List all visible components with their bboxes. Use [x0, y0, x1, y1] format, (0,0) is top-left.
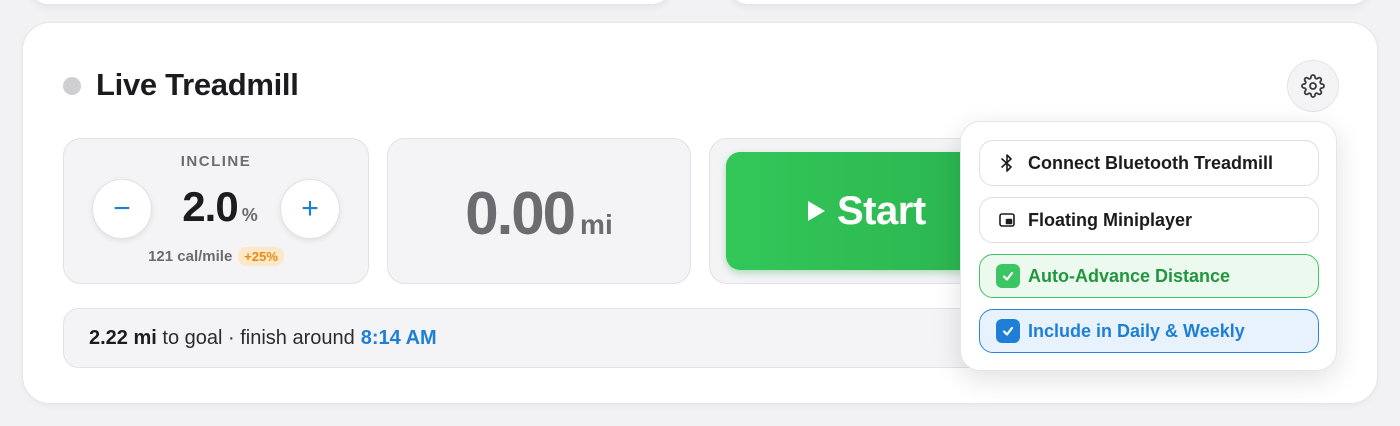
- settings-button[interactable]: [1287, 60, 1339, 112]
- distance-display: 0.00 mi: [388, 179, 690, 248]
- incline-number: 2.0: [182, 183, 238, 230]
- floating-miniplayer-button[interactable]: Floating Miniplayer: [979, 197, 1319, 243]
- checkbox-checked-icon: [996, 319, 1020, 343]
- menu-item-label: Floating Miniplayer: [1028, 209, 1193, 230]
- menu-item-label: Auto-Advance Distance: [1028, 265, 1231, 286]
- incline-label: INCLINE: [180, 153, 252, 170]
- previous-card-right: [730, 0, 1370, 4]
- settings-menu: Connect Bluetooth Treadmill Floating Min…: [960, 121, 1337, 371]
- calorie-boost-badge: +25%: [238, 247, 284, 266]
- menu-item-label: Include in Daily & Weekly: [1028, 320, 1245, 341]
- increase-incline-button[interactable]: +: [280, 179, 340, 239]
- menu-item-label: Connect Bluetooth Treadmill: [1028, 152, 1274, 173]
- distance-panel: 0.00 mi: [387, 138, 691, 284]
- calorie-info: 121 cal/mile +25%: [64, 247, 368, 266]
- goal-finish-time: 8:14 AM: [360, 326, 437, 349]
- distance-unit: mi: [580, 209, 613, 240]
- connect-bluetooth-treadmill-button[interactable]: Connect Bluetooth Treadmill: [979, 140, 1319, 186]
- plus-icon: +: [301, 192, 319, 225]
- distance-number: 0.00: [465, 180, 576, 247]
- incline-panel: INCLINE − 2.0% + 121 cal/mile +25%: [63, 138, 369, 284]
- start-label: Start: [837, 188, 926, 233]
- gear-icon: [1301, 74, 1325, 98]
- checkbox-checked-icon: [996, 264, 1020, 288]
- picture-in-picture-icon: [998, 213, 1016, 227]
- auto-advance-distance-toggle[interactable]: Auto-Advance Distance: [979, 254, 1319, 298]
- minus-icon: −: [113, 192, 131, 225]
- bluetooth-icon: [998, 154, 1016, 172]
- previous-card-left: [30, 0, 670, 4]
- decrease-incline-button[interactable]: −: [92, 179, 152, 239]
- incline-unit: %: [241, 205, 258, 225]
- include-in-daily-weekly-toggle[interactable]: Include in Daily & Weekly: [979, 309, 1319, 353]
- play-icon: [808, 201, 825, 221]
- goal-text: to goal · finish around: [162, 326, 355, 349]
- goal-remaining: 2.22 mi: [89, 326, 157, 349]
- connection-status-dot: [63, 77, 81, 95]
- card-title: Live Treadmill: [96, 67, 299, 102]
- calories-per-mile: 121 cal/mile: [148, 248, 233, 265]
- incline-value: 2.0%: [160, 183, 280, 231]
